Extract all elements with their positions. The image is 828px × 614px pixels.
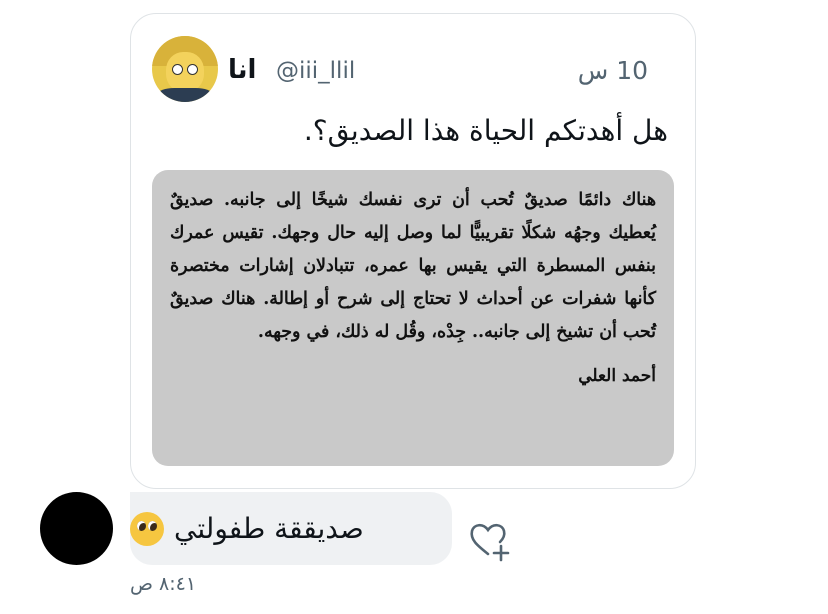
reply-avatar[interactable] [40,492,113,565]
pleading-face-emoji [130,511,164,546]
book-quote-text: هناك دائمًا صديقٌ تُحب أن ترى نفسك شيخًا… [170,190,656,342]
book-author: أحمد العلي [578,366,656,386]
display-name[interactable]: انا [228,55,256,85]
tweet-time: 10 س [577,56,648,85]
tweet-image[interactable]: هناك دائمًا صديقٌ تُحب أن ترى نفسك شيخًا… [152,170,674,466]
reply-bubble[interactable]: صديققة طفولتي [130,492,452,565]
tweet-text: هل أهدتكم الحياة هذا الصديق؟. [303,114,668,147]
message-timestamp: ٨:٤١ ص [130,573,197,595]
user-avatar[interactable] [152,36,218,102]
user-handle[interactable]: @iii_llil [276,58,355,84]
heart-plus-icon[interactable] [466,518,510,562]
reply-text: صديققة طفولتي [174,512,364,545]
